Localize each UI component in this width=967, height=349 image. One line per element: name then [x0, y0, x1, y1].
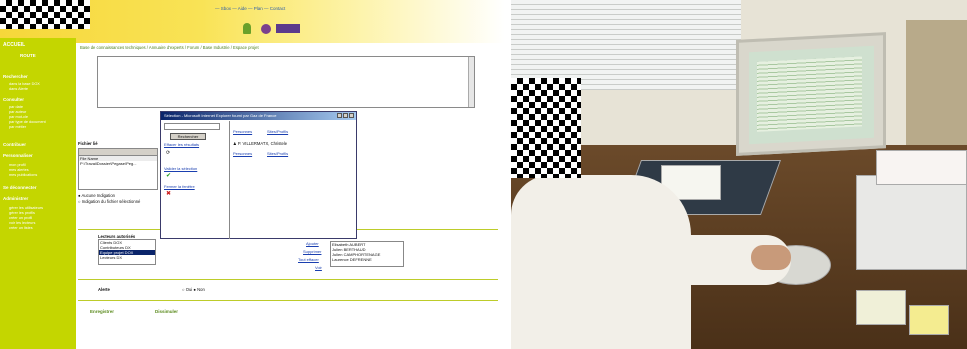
rechercher-button[interactable]: Rechercher	[170, 133, 206, 140]
alerte-label: Alerte	[98, 287, 110, 292]
sidebar-home[interactable]: ACCUEIL	[3, 42, 25, 48]
screen-content	[757, 56, 862, 132]
redacted-face	[511, 78, 581, 178]
window-controls	[337, 113, 354, 118]
check-icon[interactable]: ✔	[166, 172, 171, 179]
sites-link[interactable]: Sites/Profils	[267, 129, 288, 134]
radio-aucune-label: Aucune Indigation	[81, 193, 115, 198]
sidebar-item[interactable]: par auteur	[9, 110, 26, 115]
sidebar-item[interactable]: par mot-cle	[9, 115, 28, 120]
sidebar-section-consulter[interactable]: Consulter	[3, 97, 24, 102]
radio-fichier[interactable]: ○ Indigation du fichier sélectionné	[78, 199, 140, 204]
alerte-oui: Oui	[185, 287, 193, 292]
result-name: P. VILLERMATX, Christele	[237, 141, 288, 146]
flame-icon	[243, 23, 251, 34]
monitor-screen	[749, 45, 874, 145]
sidebar-item[interactable]: mon profil	[9, 163, 26, 168]
selection-dialog: Sélection - Microsoft Internet Explorer …	[160, 111, 357, 239]
list-item[interactable]: Lecteurs DX	[99, 255, 155, 260]
lecteurs-listbox[interactable]: Clients DOX Contributeurs DX Equipe proj…	[98, 239, 156, 265]
breadcrumb[interactable]: Base de connaissances techniques / Annua…	[80, 45, 259, 50]
list-item[interactable]: Laurence DEFRENNE	[331, 257, 403, 262]
sidebar-item[interactable]: gérer les utilisateurs	[9, 206, 43, 211]
radio-fichier-label: Indigation du fichier sélectionné	[81, 199, 141, 204]
alerte-radios[interactable]: ○ Oui ● Non	[182, 287, 205, 292]
printer-right	[856, 175, 967, 270]
dialog-title-bar[interactable]: Sélection - Microsoft Internet Explorer …	[161, 112, 356, 120]
redacted-logo	[0, 0, 90, 29]
crt-monitor	[736, 32, 886, 156]
dissimuler-button[interactable]: Dissimuler	[155, 309, 178, 314]
voir-link[interactable]: Voir	[315, 265, 322, 270]
sidebar-item[interactable]: créer un profil	[9, 216, 32, 221]
sidebar-item[interactable]: dans Alerte	[9, 87, 28, 92]
sidebar-item[interactable]: par date	[9, 105, 23, 110]
sidebar-section-administrer[interactable]: Administrer	[3, 196, 28, 201]
sidebar-home-sub: ROUTE	[20, 53, 36, 58]
tout-effacer-link[interactable]: Tout effacer	[298, 257, 319, 262]
result-item[interactable]: ♟ P. VILLERMATX, Christele	[233, 141, 287, 146]
sidebar-item[interactable]: mes alertes	[9, 168, 29, 173]
personnes-link-2[interactable]: Personnes	[233, 151, 252, 156]
workstation-photo	[511, 0, 967, 349]
text-editor-area[interactable]	[97, 56, 475, 108]
sidebar-item[interactable]: mes publications	[9, 173, 37, 178]
sidebar-section-contribuer[interactable]: Contribuer	[3, 142, 26, 147]
supprimer-link[interactable]: Supprimer	[303, 249, 321, 254]
fichier-lie-label: Fichier lié	[78, 141, 98, 146]
maximize-icon[interactable]	[343, 113, 348, 118]
sidebar-item[interactable]: gérer les profils	[9, 211, 35, 216]
enregistrer-button[interactable]: Enregistrer	[90, 309, 114, 314]
file-row[interactable]: P:\TravailDossier\Pegase\Peg...	[79, 161, 157, 166]
close-x-icon[interactable]: ✖	[166, 190, 171, 197]
hand	[751, 245, 791, 270]
editor-scrollbar[interactable]	[468, 57, 474, 107]
sidebar-section-rechercher[interactable]: Rechercher	[3, 74, 28, 79]
ajouter-link[interactable]: Ajouter	[306, 241, 319, 246]
alerte-non: Non	[197, 287, 205, 292]
sidebar-item[interactable]: par métier	[9, 125, 26, 130]
dialog-search-input[interactable]	[164, 123, 220, 130]
people-listbox[interactable]: Elisabeth AUBERT Julien BERTHAUD Julien …	[330, 241, 404, 267]
sidebar-section-personnaliser[interactable]: Personnaliser	[3, 153, 33, 158]
globe-icon	[261, 24, 271, 34]
note-yellow	[909, 305, 949, 335]
app-screenshot: — Sbox — Aide — Plan — Contact Base de c…	[0, 0, 505, 349]
sidebar-section-deconnecter[interactable]: Se déconnecter	[3, 185, 37, 190]
brand-icons	[243, 22, 303, 36]
personnes-link[interactable]: Personnes	[233, 129, 252, 134]
sidebar-item[interactable]: par type de document	[9, 120, 46, 125]
minimize-icon[interactable]	[337, 113, 342, 118]
dialog-title: Sélection - Microsoft Internet Explorer …	[164, 113, 277, 118]
divider	[78, 300, 498, 301]
sidebar-item[interactable]: créer un listes	[9, 226, 33, 231]
dialog-left-pane: Rechercher Effacer les résultats ⟳ Valid…	[162, 121, 230, 239]
radio-aucune[interactable]: ● Aucune Indigation	[78, 193, 115, 198]
divider	[78, 279, 498, 280]
sidebar: ACCUEIL ROUTE Rechercher dans la base DO…	[0, 38, 76, 349]
refresh-icon[interactable]: ⟳	[166, 150, 170, 156]
sticky-notes	[856, 290, 906, 325]
file-list: File Name P:\TravailDossier\Pegase\Peg..…	[78, 148, 158, 190]
sidebar-item[interactable]: voir les lecteurs	[9, 221, 35, 226]
window-blinds	[511, 0, 741, 90]
paper-stack	[876, 150, 967, 185]
brand-badge	[276, 24, 300, 33]
sites-link-2[interactable]: Sites/Profils	[267, 151, 288, 156]
close-icon[interactable]	[349, 113, 354, 118]
fermer-link[interactable]: Fermer la fenêtre	[164, 184, 195, 189]
effacer-link[interactable]: Effacer les résultats	[164, 142, 199, 147]
sidebar-item[interactable]: dans la base DOX	[9, 82, 40, 87]
top-navigation[interactable]: — Sbox — Aide — Plan — Contact	[215, 6, 285, 11]
file-toolbar[interactable]	[79, 149, 157, 156]
valider-link[interactable]: Valider la sélection	[164, 166, 197, 171]
